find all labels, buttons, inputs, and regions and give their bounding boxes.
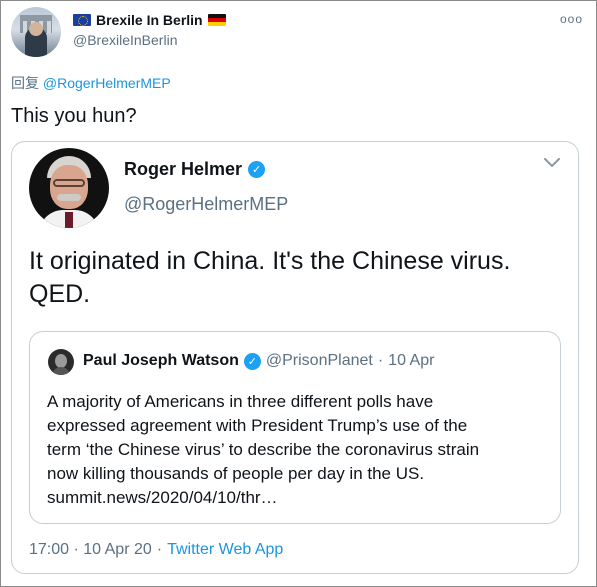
embedded-tweet-card[interactable]: Roger Helmer ✓ @RogerHelmerMEP It origin… xyxy=(11,141,579,574)
footer-separator: · xyxy=(156,541,163,558)
quoted-display-name[interactable]: Paul Joseph Watson xyxy=(83,352,239,370)
quoted-text-line: now killing thousands of people per day … xyxy=(47,464,425,483)
chevron-down-icon[interactable] xyxy=(544,158,560,168)
embedded-text-line: It originated in China. It's the Chinese… xyxy=(29,247,511,275)
quoted-link[interactable]: summit.news/2020/04/10/thr… xyxy=(47,486,552,510)
embedded-author-name[interactable]: Roger Helmer ✓ xyxy=(124,159,266,180)
quoted-handle[interactable]: @PrisonPlanet xyxy=(266,352,373,370)
tweet-footer: 17:00 · 10 Apr 20 · Twitter Web App xyxy=(29,541,283,559)
eu-flag-icon xyxy=(73,14,91,26)
quoted-tweet[interactable]: Paul Joseph Watson ✓ @PrisonPlanet · 10 … xyxy=(29,331,561,524)
quoted-separator: · xyxy=(377,352,384,369)
tweet-screenshot: Brexile In Berlin @BrexileInBerlin ooo 回… xyxy=(0,0,597,587)
embedded-display-name[interactable]: Roger Helmer xyxy=(124,159,242,180)
outer-handle[interactable]: @BrexileInBerlin xyxy=(73,32,177,48)
quoted-text-line: term ‘the Chinese virus’ to describe the… xyxy=(47,440,480,459)
tweet-timestamp[interactable]: 17:00 · 10 Apr 20 xyxy=(29,541,152,559)
helmer-avatar[interactable] xyxy=(29,148,109,228)
embedded-handle[interactable]: @RogerHelmerMEP xyxy=(124,194,288,215)
tweet-source-link[interactable]: Twitter Web App xyxy=(167,541,283,559)
embedded-text-line: QED. xyxy=(29,280,91,308)
verified-badge-icon: ✓ xyxy=(243,352,261,370)
quoted-text-line: A majority of Americans in three differe… xyxy=(47,392,434,411)
quoted-tweet-header: Paul Joseph Watson ✓ @PrisonPlanet · 10 … xyxy=(83,352,434,370)
quoted-text-line: expressed agreement with President Trump… xyxy=(47,416,468,435)
outer-tweet-text: This you hun? xyxy=(11,105,137,127)
verified-badge-icon: ✓ xyxy=(248,161,266,178)
quoted-date[interactable]: 10 Apr xyxy=(388,352,434,370)
reply-to-link[interactable]: @RogerHelmerMEP xyxy=(43,75,171,91)
embedded-tweet-text: It originated in China. It's the Chinese… xyxy=(29,245,569,311)
outer-author-name[interactable]: Brexile In Berlin xyxy=(73,12,226,28)
quoted-tweet-text: A majority of Americans in three differe… xyxy=(47,390,552,510)
outer-display-name[interactable]: Brexile In Berlin xyxy=(96,12,203,28)
reply-prefix: 回复 xyxy=(11,75,39,91)
reply-context: 回复 @RogerHelmerMEP xyxy=(11,73,171,93)
watson-avatar[interactable] xyxy=(48,349,74,375)
german-flag-icon xyxy=(207,14,226,26)
brexile-avatar[interactable] xyxy=(11,7,61,57)
more-options-icon[interactable]: ooo xyxy=(560,12,583,26)
